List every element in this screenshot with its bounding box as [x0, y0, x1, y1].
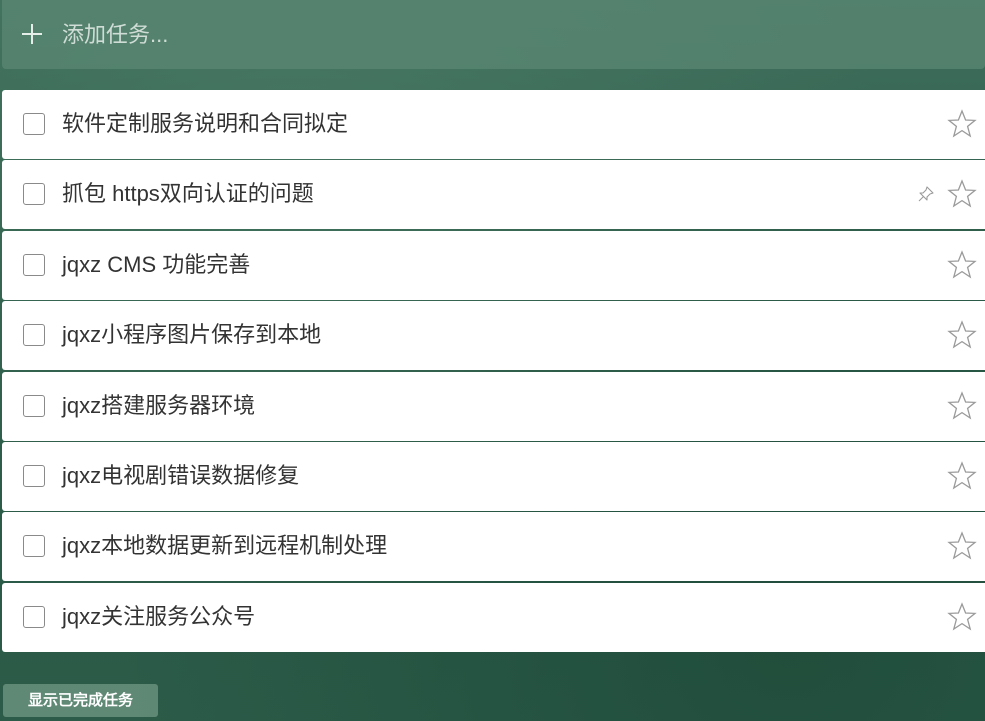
task-title[interactable]: jqxz电视剧错误数据修复: [62, 462, 299, 490]
star-icon[interactable]: [947, 531, 977, 561]
task-title[interactable]: jqxz本地数据更新到远程机制处理: [62, 532, 387, 560]
task-item[interactable]: jqxz小程序图片保存到本地: [2, 301, 985, 371]
task-item[interactable]: jqxz本地数据更新到远程机制处理: [2, 512, 985, 582]
task-item[interactable]: 抓包 https双向认证的问题: [2, 160, 985, 230]
task-item[interactable]: jqxz关注服务公众号: [2, 582, 985, 652]
task-title[interactable]: jqxz CMS 功能完善: [62, 251, 250, 279]
task-item[interactable]: jqxz CMS 功能完善: [2, 230, 985, 300]
star-icon[interactable]: [947, 390, 977, 421]
task-checkbox[interactable]: [23, 183, 45, 206]
task-title[interactable]: jqxz搭建服务器环境: [62, 392, 255, 420]
task-checkbox[interactable]: [23, 605, 45, 628]
task-title[interactable]: jqxz小程序图片保存到本地: [62, 321, 321, 349]
task-item[interactable]: jqxz搭建服务器环境: [2, 371, 985, 441]
task-list: 软件定制服务说明和合同拟定 抓包 https双向认证的问题 jqxz CMS 功…: [2, 90, 985, 653]
task-checkbox[interactable]: [23, 535, 45, 558]
plus-icon[interactable]: [20, 22, 44, 46]
star-icon[interactable]: [947, 320, 977, 350]
task-checkbox[interactable]: [23, 253, 45, 276]
show-completed-button[interactable]: 显示已完成任务: [3, 684, 158, 717]
task-checkbox[interactable]: [23, 324, 45, 347]
add-task-bar: [2, 0, 985, 69]
task-checkbox[interactable]: [23, 113, 45, 135]
task-checkbox[interactable]: [23, 394, 45, 417]
task-title[interactable]: jqxz关注服务公众号: [62, 603, 255, 631]
add-task-input[interactable]: [62, 18, 942, 52]
task-title[interactable]: 软件定制服务说明和合同拟定: [62, 110, 348, 138]
star-icon[interactable]: [947, 250, 977, 280]
task-item[interactable]: 软件定制服务说明和合同拟定: [2, 90, 985, 159]
star-icon[interactable]: [947, 109, 977, 139]
star-icon[interactable]: [947, 179, 977, 209]
task-item[interactable]: jqxz电视剧错误数据修复: [2, 441, 985, 511]
task-checkbox[interactable]: [23, 464, 45, 487]
task-title[interactable]: 抓包 https双向认证的问题: [62, 180, 314, 208]
star-icon[interactable]: [947, 461, 977, 491]
pin-icon[interactable]: [917, 185, 935, 203]
star-icon[interactable]: [947, 601, 977, 632]
